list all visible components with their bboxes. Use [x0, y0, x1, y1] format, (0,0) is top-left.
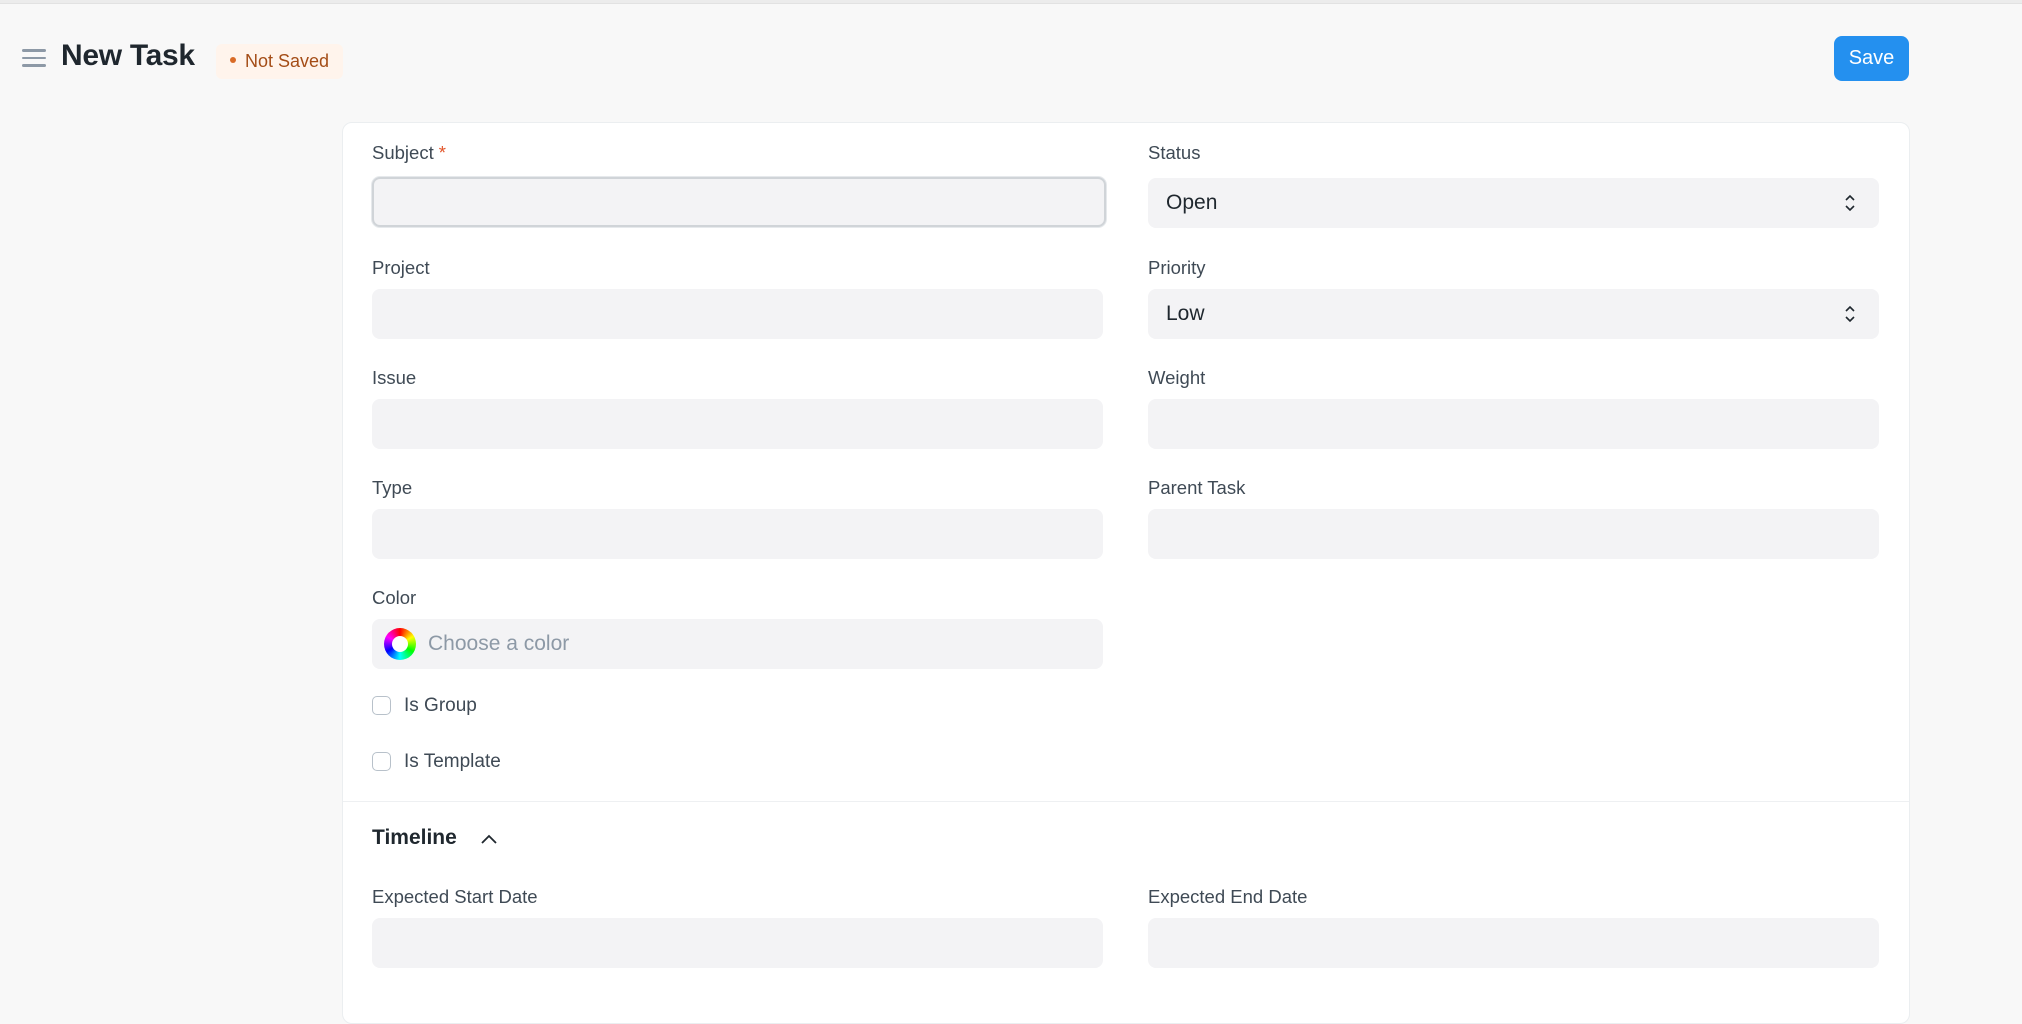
status-select[interactable]: Open	[1148, 178, 1879, 228]
issue-input[interactable]	[372, 399, 1103, 449]
chevron-up-icon[interactable]	[479, 831, 499, 847]
expected-end-date-input[interactable]	[1148, 918, 1879, 968]
project-label: Project	[372, 257, 430, 278]
subject-input[interactable]	[372, 177, 1106, 227]
select-arrows-icon	[1845, 194, 1855, 212]
parent-task-input[interactable]	[1148, 509, 1879, 559]
weight-label: Weight	[1148, 367, 1206, 388]
page-title: New Task	[61, 39, 195, 72]
subject-label-text: Subject	[372, 142, 434, 163]
expected-start-date-label: Expected Start Date	[372, 886, 538, 907]
hamburger-menu-icon[interactable]	[22, 49, 46, 69]
color-picker[interactable]: Choose a color	[372, 619, 1103, 669]
issue-label: Issue	[372, 367, 417, 388]
project-input[interactable]	[372, 289, 1103, 339]
parent-task-label: Parent Task	[1148, 477, 1246, 498]
status-dot-icon	[230, 57, 236, 64]
weight-input[interactable]	[1148, 399, 1879, 449]
required-mark: *	[438, 142, 446, 163]
status-select-value: Open	[1166, 191, 1218, 214]
color-label: Color	[372, 587, 417, 608]
type-input[interactable]	[372, 509, 1103, 559]
subject-label: Subject *	[372, 142, 446, 164]
page-header: New Task Not Saved Save	[0, 3, 2022, 113]
timeline-section-title[interactable]: Timeline	[372, 826, 457, 850]
is-template-checkbox[interactable]	[372, 752, 391, 771]
task-form: Subject * Status Open Project Priority Lo…	[342, 122, 1910, 1024]
save-button[interactable]: Save	[1834, 36, 1909, 81]
status-badge-label: Not Saved	[245, 51, 330, 71]
priority-select[interactable]: Low	[1148, 289, 1879, 339]
color-placeholder: Choose a color	[428, 632, 570, 655]
select-arrows-icon	[1845, 305, 1855, 323]
is-group-label: Is Group	[404, 695, 477, 716]
color-wheel-icon	[384, 628, 416, 660]
section-divider	[343, 801, 1909, 802]
status-label: Status	[1148, 142, 1201, 163]
is-template-label: Is Template	[404, 751, 501, 772]
is-group-checkbox[interactable]	[372, 696, 391, 715]
status-badge: Not Saved	[216, 44, 344, 79]
type-label: Type	[372, 477, 413, 498]
expected-start-date-input[interactable]	[372, 918, 1103, 968]
priority-select-value: Low	[1166, 302, 1205, 325]
priority-label: Priority	[1148, 257, 1206, 278]
expected-end-date-label: Expected End Date	[1148, 886, 1308, 907]
